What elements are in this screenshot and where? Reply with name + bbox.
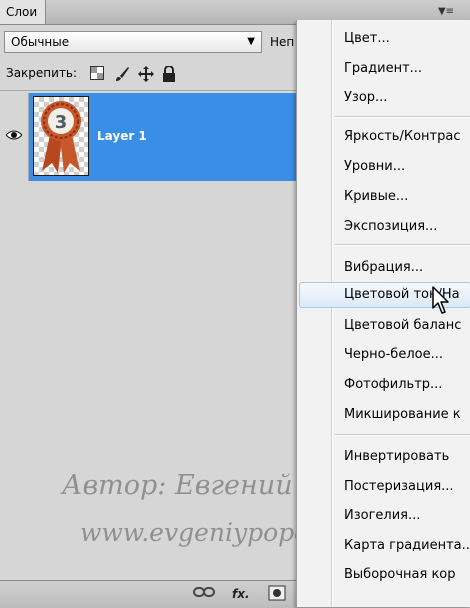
menu-item-brightness-contrast[interactable]: Яркость/Контрас — [344, 126, 460, 148]
menu-item-channel-mixer[interactable]: Микширование к — [344, 404, 461, 426]
menu-separator — [335, 116, 470, 118]
badge-number: 3 — [55, 112, 68, 133]
chevron-down-icon: ▼ — [247, 36, 255, 47]
menu-item-photo-filter[interactable]: Фотофильтр... — [344, 374, 442, 396]
mouse-cursor-icon — [432, 286, 449, 314]
menu-item-exposure[interactable]: Экспозиция... — [344, 216, 437, 238]
fx-icon[interactable]: fx. — [232, 585, 250, 603]
menu-separator — [335, 434, 470, 436]
layer-name[interactable]: Layer 1 — [97, 129, 147, 143]
menu-item-selective-color[interactable]: Выборочная кор — [344, 564, 456, 586]
ribbon-badge-3-icon: 3 — [41, 101, 81, 173]
menu-item-pattern[interactable]: Узор... — [344, 87, 387, 109]
blend-mode-select[interactable]: Обычные ▼ — [4, 31, 262, 53]
menu-item-vibrance[interactable]: Вибрация... — [344, 257, 423, 279]
menu-item-posterize[interactable]: Постеризация... — [344, 476, 454, 498]
lock-icon[interactable] — [162, 65, 178, 82]
opacity-label: Неп — [270, 35, 295, 49]
menu-item-threshold[interactable]: Изогелия... — [344, 505, 420, 527]
panel-menu-icon[interactable]: ▼≡ — [432, 5, 460, 19]
tab-layers-label: Слои — [6, 5, 38, 19]
visibility-toggle[interactable] — [0, 93, 29, 181]
blend-mode-value: Обычные — [11, 35, 70, 49]
eye-icon — [6, 130, 22, 140]
tab-layers[interactable]: Слои — [0, 0, 46, 24]
menu-gutter-highlight — [332, 20, 333, 607]
menu-item-levels[interactable]: Уровни... — [344, 156, 405, 178]
menu-item-invert[interactable]: Инвертировать — [344, 446, 449, 468]
menu-item-gradient[interactable]: Градиент... — [344, 58, 422, 80]
mask-icon[interactable] — [268, 585, 286, 603]
menu-separator — [335, 244, 470, 246]
menu-item-gradient-map[interactable]: Карта градиента... — [344, 535, 470, 557]
lock-transparent-icon[interactable] — [90, 66, 106, 82]
layer-thumbnail[interactable]: 3 — [33, 96, 89, 176]
move-icon[interactable] — [138, 66, 154, 82]
menu-item-color[interactable]: Цвет... — [344, 28, 390, 50]
menu-item-color-balance[interactable]: Цветовой баланс — [344, 315, 461, 337]
lock-label: Закрепить: — [6, 66, 78, 80]
link-icon[interactable] — [193, 585, 215, 603]
brush-icon[interactable] — [114, 66, 130, 82]
menu-item-black-white[interactable]: Черно-белое... — [344, 344, 443, 366]
menu-item-curves[interactable]: Кривые... — [344, 186, 408, 208]
